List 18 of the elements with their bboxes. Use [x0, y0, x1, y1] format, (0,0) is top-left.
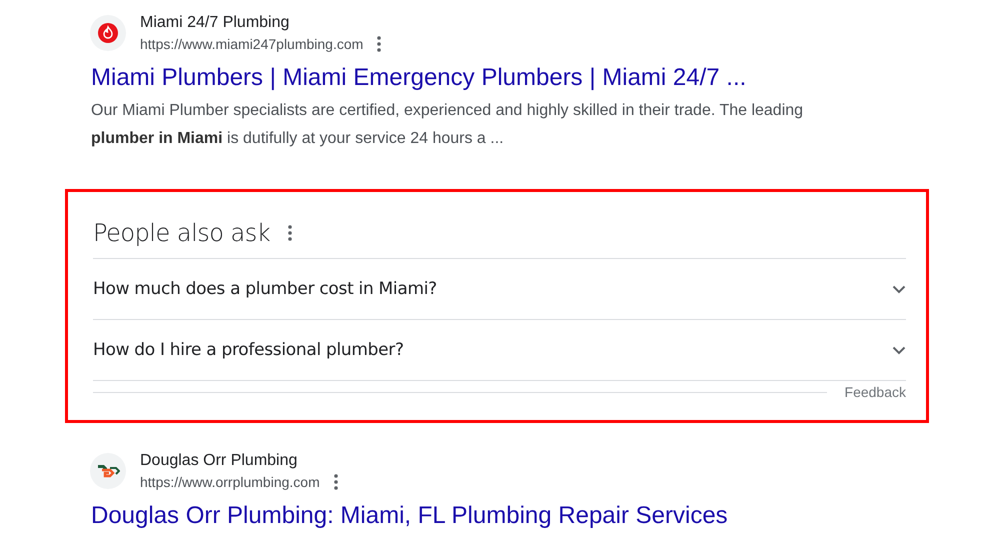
more-options-icon[interactable] — [377, 36, 382, 52]
result-snippet: Our Miami Plumber specialists are certified, experienced and highly skilled in their trade. The leading plumber in Miami is dutifully at your service 24 hours a ... — [91, 101, 804, 149]
question-text[interactable]: How much does a plumber cost in Miami? — [93, 279, 437, 299]
chevron-icon[interactable] — [892, 346, 906, 354]
site-url: https://www.miami247plumbing.com — [140, 35, 364, 54]
result-title-link[interactable]: Douglas Orr Plumbing: Miami, FL Plumbing Repair Services — [91, 501, 831, 531]
result-title-link[interactable]: Miami Plumbers | Miami Emergency Plumbers | Miami 24/7 ... — [91, 63, 831, 93]
site-url: https://www.orrplumbing.com — [140, 473, 320, 492]
more-options-icon[interactable] — [334, 474, 338, 490]
more-options-icon[interactable] — [288, 225, 292, 241]
site-name: Miami 24/7 Plumbing — [140, 13, 290, 33]
site-name: Douglas Orr Plumbing — [140, 451, 298, 471]
monogram-logo-icon — [96, 462, 120, 480]
flame-logo-icon — [98, 23, 118, 43]
feedback-link[interactable]: Feedback — [844, 384, 906, 400]
question-text[interactable]: How do I hire a professional plumber? — [93, 340, 404, 360]
section-heading: People also ask — [93, 219, 270, 247]
chevron-icon[interactable] — [892, 284, 906, 294]
